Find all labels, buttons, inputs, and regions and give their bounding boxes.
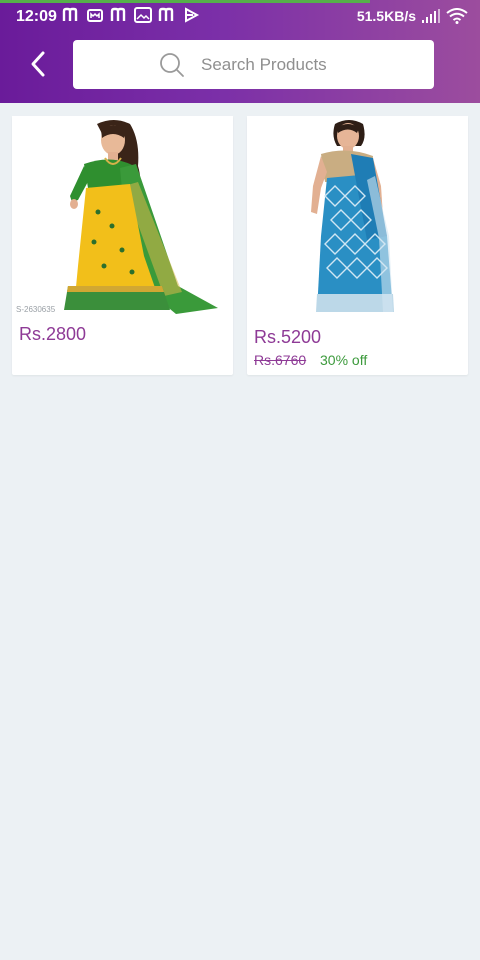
search-bar[interactable] [73, 40, 434, 89]
notification-image-icon [134, 7, 152, 23]
signal-icon [422, 9, 440, 23]
status-bar: 12:09 51.5KB/s [0, 0, 480, 34]
product-image[interactable] [247, 116, 468, 316]
saree-blue-image [247, 116, 468, 316]
status-time: 12:09 [16, 8, 57, 25]
product-price: Rs.2800 [19, 324, 87, 344]
product-price: Rs.5200 [254, 327, 322, 347]
wifi-icon [446, 8, 468, 24]
notification-app-icon [87, 9, 103, 22]
network-speed: 51.5KB/s [356, 8, 416, 24]
product-sku-watermark: S-2630635 [16, 305, 56, 314]
status-notification-icons [62, 6, 200, 24]
search-icon [160, 53, 184, 77]
saree-yellow-green-image [12, 116, 233, 316]
product-card[interactable]: S-2630635 Rs.2800 [12, 116, 233, 375]
product-card[interactable]: Rs.5200 Rs.6760 30% off [247, 116, 468, 375]
product-discount: 30% off [320, 352, 368, 368]
back-button[interactable] [20, 46, 56, 82]
search-input[interactable] [201, 40, 421, 89]
chevron-left-icon [31, 51, 45, 77]
notification-m-icon [62, 7, 78, 21]
app-header: 12:09 51.5KB/s [0, 0, 480, 103]
status-right: 51.5KB/s [357, 8, 468, 24]
product-image[interactable] [12, 116, 233, 316]
notification-play-icon [185, 7, 200, 23]
notification-m-icon [110, 7, 126, 21]
notification-m-icon [158, 7, 174, 21]
product-original-price: Rs.6760 [254, 352, 307, 368]
